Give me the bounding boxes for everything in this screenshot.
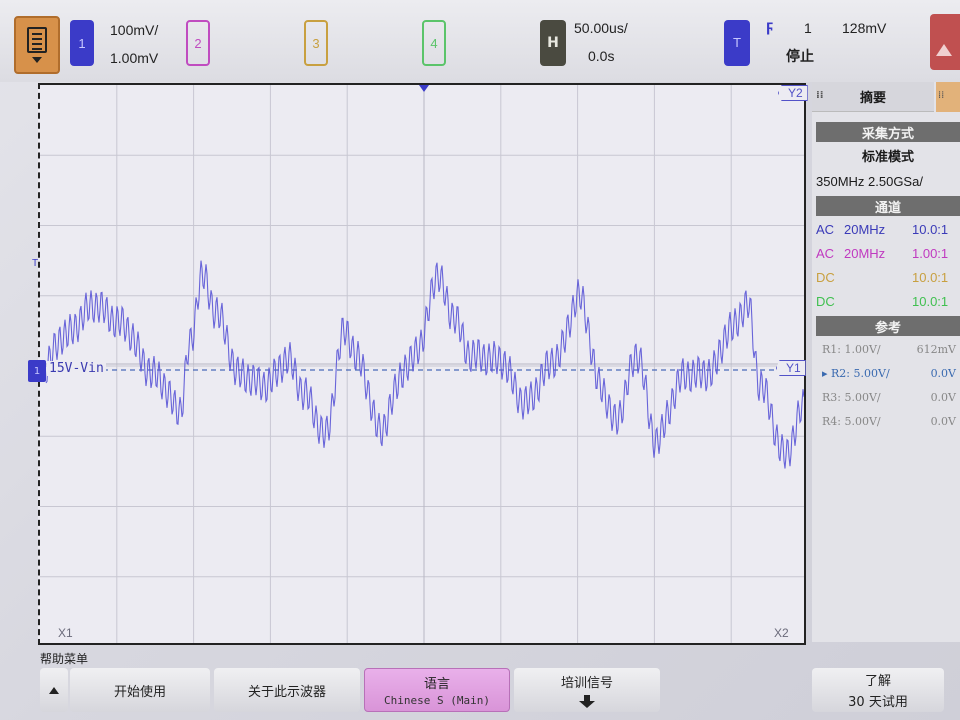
trigger-position-marker [419,85,429,92]
arrow-up-icon [49,686,59,694]
reference-value: 0.0V [930,390,956,404]
trigger-badge[interactable]: T [724,20,750,66]
about-scope-label: 关于此示波器 [247,684,326,700]
channel-1-number: 1 [78,35,86,51]
reference-value: 612mV [916,342,956,356]
trial-info-button[interactable]: 了解 30 天试用 [812,668,944,712]
time-delay-value: 0.0s [588,48,615,64]
channel-row: AC 20MHz 1.00:1 [816,242,960,264]
reference-header: 参考 [816,316,960,336]
channel-3-number: 3 [312,35,320,51]
horizontal-badge-label: H [547,35,559,51]
reference-row[interactable]: ▸ R2: 5.00V/0.0V [816,362,960,384]
reference-name: ▸ R2: 5.00V/ [822,366,890,380]
waveform-display[interactable] [38,83,806,645]
channel-bandwidth: 20MHz [844,221,886,237]
waveform-grid [40,85,804,643]
getting-started-button[interactable]: 开始使用 [70,668,210,712]
getting-started-label: 开始使用 [113,684,166,700]
channel-4-badge[interactable]: 4 [422,20,446,66]
cursor-y1-marker[interactable]: Y1 [776,360,806,376]
channel-2-badge[interactable]: 2 [186,20,210,66]
cursor-x1-marker[interactable]: X1 [58,626,73,640]
summary-tab-label: 摘要 [859,91,886,106]
channel-probe-ratio: 10.0:1 [912,269,949,285]
menu-list-icon [27,27,47,53]
channel-probe-ratio: 10.0:1 [912,221,949,237]
trial-info-label: 了解 [864,674,891,689]
channel-row: DC 10.0:1 [816,290,960,312]
help-menu-title: 帮助菜单 [40,652,89,666]
training-signals-label: 培训信号 [560,676,613,691]
channel-row: AC 20MHz 10.0:1 [816,218,960,240]
reference-row[interactable]: R1: 1.00V/612mV [816,338,960,360]
chevron-down-icon [32,57,42,63]
channel-coupling: DC [816,293,835,309]
channels-header: 通道 [816,196,960,216]
back-button[interactable] [40,668,68,712]
horizontal-badge[interactable]: H [540,20,566,66]
top-status-bar: 1 100mV/ 1.00mV 2 3 4 H 50.00us/ 0.0s T … [0,0,960,82]
channel-1-offset: 1.00mV [110,50,159,66]
drag-handle-icon[interactable]: ⁞⁞ [816,90,824,101]
language-value: Chinese S (Main) [384,694,490,707]
acquisition-mode: 标准模式 [861,149,914,165]
channel-ground-marker-label: 1 [33,365,41,377]
menu-tab[interactable]: ⁞⁞ [936,82,960,112]
channel-1-badge[interactable]: 1 [70,20,94,66]
language-label: 语言 [423,677,450,692]
trigger-badge-label: T [733,36,741,50]
waveform-trace [45,260,804,469]
channel-coupling: DC [816,269,835,285]
run-status: 停止 [786,49,814,65]
channel-4-number: 4 [430,35,438,51]
channel-2-number: 2 [194,35,202,51]
trial-days-label: 30 天试用 [848,695,908,710]
main-menu-button[interactable] [14,16,60,74]
channel-label: 15V-Vin [47,361,106,376]
drag-handle-icon[interactable]: ⁞⁞ [938,90,944,101]
channel-coupling: AC [816,245,835,261]
warning-triangle-icon [936,44,952,56]
timebase-value: 50.00us/ [574,20,628,36]
reference-value: 0.0V [930,414,956,428]
trigger-source: 1 [804,20,812,36]
rising-edge-icon: ϝ [766,18,774,35]
channel-probe-ratio: 1.00:1 [912,245,949,261]
channel-probe-ratio: 10.0:1 [912,293,949,309]
acquisition-header: 采集方式 [816,122,960,142]
trigger-level: 128mV [842,20,887,36]
trigger-level-marker[interactable]: T [32,258,38,269]
arrow-down-icon [579,695,595,708]
language-button[interactable]: 语言 Chinese S (Main) [364,668,510,712]
reference-name: R4: 5.00V/ [822,414,881,428]
sample-rate: 350MHz 2.50GSa/ [816,173,923,189]
cursor-x2-marker[interactable]: X2 [774,626,789,640]
channel-1-scale: 100mV/ [110,22,159,38]
channel-bandwidth: 20MHz [844,245,886,261]
run-stop-button[interactable] [930,14,960,70]
reference-row[interactable]: R4: 5.00V/0.0V [816,410,960,432]
reference-row[interactable]: R3: 5.00V/0.0V [816,386,960,408]
training-signals-button[interactable]: 培训信号 [514,668,660,712]
summary-panel: ⁞⁞ 摘要 ⁞⁞ 采集方式 标准模式 350MHz 2.50GSa/ 通道 AC… [812,82,960,642]
reference-name: R1: 1.00V/ [822,342,881,356]
reference-name: R3: 5.00V/ [822,390,881,404]
channel-ground-marker[interactable]: 1 [28,360,46,382]
summary-tab[interactable]: ⁞⁞ 摘要 [812,82,934,112]
cursor-y2-marker[interactable]: Y2 [778,85,808,101]
about-scope-button[interactable]: 关于此示波器 [214,668,360,712]
channel-3-badge[interactable]: 3 [304,20,328,66]
channel-row: DC 10.0:1 [816,266,960,288]
reference-value: 0.0V [930,366,956,380]
channel-coupling: AC [816,221,835,237]
